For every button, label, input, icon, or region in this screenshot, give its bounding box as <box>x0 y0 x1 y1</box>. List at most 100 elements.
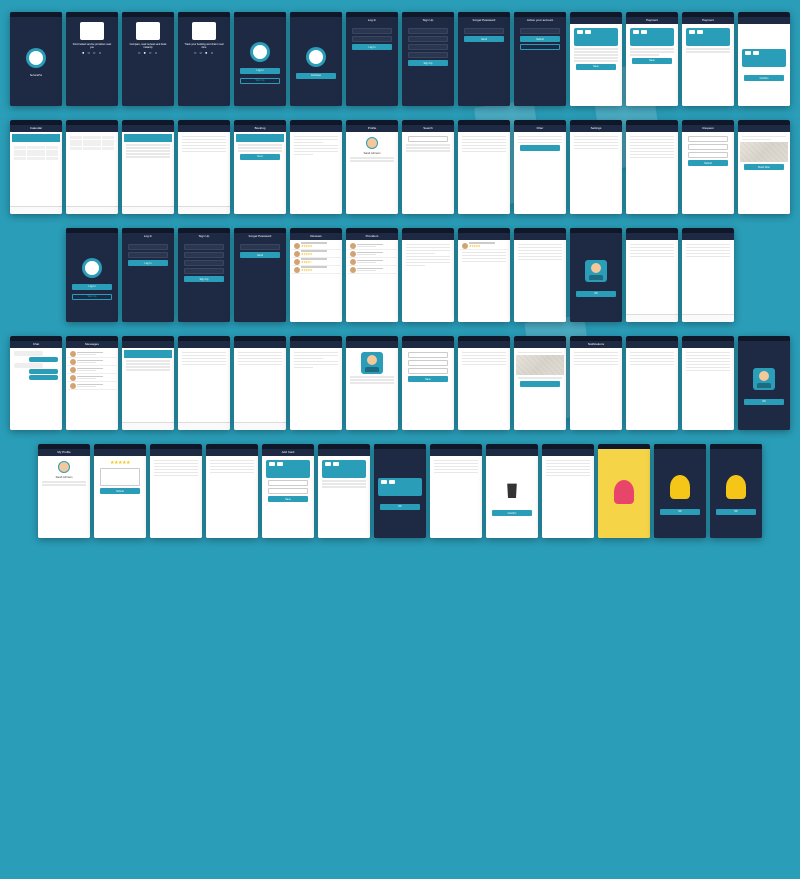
apply-button[interactable] <box>520 145 560 151</box>
review-item[interactable]: ★★★★★ <box>292 250 340 258</box>
email-input[interactable] <box>352 28 392 34</box>
signup-button[interactable]: Sign Up <box>72 294 112 300</box>
field[interactable] <box>184 260 224 266</box>
screen-worker-profile[interactable] <box>346 336 398 430</box>
screen-card-detail[interactable] <box>318 444 370 538</box>
screen-card-list[interactable]: Payment <box>682 12 734 106</box>
screen-search[interactable]: Search <box>402 120 454 214</box>
screen-earnings[interactable] <box>626 336 678 430</box>
continue-button[interactable]: Continue <box>296 73 336 79</box>
signup-button[interactable]: Sign Up <box>408 60 448 66</box>
screen-profile-view[interactable]: ProfileSarah Johnson <box>346 120 398 214</box>
tab-bar[interactable] <box>626 314 678 322</box>
screen-contacts[interactable]: Messages <box>66 336 118 430</box>
login-button[interactable]: Log In <box>128 260 168 266</box>
screen-help[interactable] <box>682 228 734 322</box>
screen-notifications[interactable]: Notifications <box>570 336 622 430</box>
review-item[interactable]: ★★★★★ <box>292 242 340 250</box>
screen-job-detail-map[interactable]: Book Now <box>738 120 790 214</box>
login-button[interactable]: Log In <box>352 44 392 50</box>
screen-summary[interactable] <box>542 444 594 538</box>
save-button[interactable]: Save <box>632 58 672 64</box>
signup-button[interactable]: Sign Up <box>240 78 280 84</box>
screen-options[interactable] <box>430 444 482 538</box>
screen-splash[interactable]: ServicePro <box>10 12 62 106</box>
ok-button[interactable]: OK <box>716 509 756 515</box>
screen-badge-gold[interactable] <box>598 444 650 538</box>
screen-badge-dark-1[interactable]: OK <box>654 444 706 538</box>
screen-welcome-worker[interactable]: OK <box>570 228 622 322</box>
screen-review-write[interactable]: ★★★★★Submit <box>94 444 146 538</box>
screen-categories[interactable] <box>458 120 510 214</box>
contact-item[interactable] <box>68 374 116 382</box>
field[interactable] <box>408 352 448 358</box>
screen-description[interactable] <box>514 228 566 322</box>
provider-item[interactable] <box>348 258 396 266</box>
review-item[interactable]: ★★★★★ <box>292 266 340 274</box>
next-button[interactable]: Next <box>240 154 280 160</box>
password-input[interactable] <box>408 44 448 50</box>
map-view[interactable] <box>516 355 564 375</box>
email-input[interactable] <box>408 36 448 42</box>
map-view[interactable] <box>740 142 788 162</box>
accept-button[interactable] <box>520 381 560 387</box>
screen-price-list[interactable] <box>458 336 510 430</box>
search-input[interactable] <box>408 136 448 142</box>
tab-bar[interactable] <box>122 206 174 214</box>
screen-preferences[interactable] <box>206 444 258 538</box>
review-item[interactable]: ★★★★☆ <box>292 258 340 266</box>
screen-job-map[interactable] <box>514 336 566 430</box>
screen-request-detail[interactable] <box>290 120 342 214</box>
screen-start-alt[interactable]: Continue <box>290 12 342 106</box>
screen-about[interactable] <box>402 228 454 322</box>
confirm-button[interactable]: Confirm <box>492 510 532 516</box>
field[interactable] <box>408 368 448 374</box>
screen-article[interactable] <box>682 336 734 430</box>
field[interactable] <box>688 152 728 158</box>
screen-calendar-2[interactable] <box>66 120 118 214</box>
screen-chat[interactable]: Chat <box>10 336 62 430</box>
screen-account[interactable] <box>150 444 202 538</box>
screen-address-form[interactable]: Save <box>570 12 622 106</box>
ok-button[interactable]: OK <box>380 504 420 510</box>
tab-bar[interactable] <box>10 206 62 214</box>
review-textarea[interactable] <box>100 468 140 486</box>
submit-button[interactable]: Submit <box>100 488 140 494</box>
card-number-input[interactable] <box>268 480 308 486</box>
signup-button[interactable]: Sign Up <box>184 276 224 282</box>
tab-bar[interactable] <box>178 206 230 214</box>
contact-item[interactable] <box>68 350 116 358</box>
ok-button[interactable]: OK <box>576 291 616 297</box>
field[interactable] <box>408 360 448 366</box>
save-button[interactable]: Save <box>268 496 308 502</box>
field[interactable] <box>184 268 224 274</box>
screen-filter[interactable]: Filter <box>514 120 566 214</box>
resend-button[interactable] <box>520 44 560 50</box>
name-input[interactable] <box>408 28 448 34</box>
confirm-button[interactable]: Confirm <box>744 75 784 81</box>
expiry-input[interactable] <box>268 488 308 494</box>
email-input[interactable] <box>128 244 168 250</box>
submit-button[interactable]: Submit <box>688 160 728 166</box>
screen-login[interactable]: Log In Log In <box>346 12 398 106</box>
contact-item[interactable] <box>68 366 116 374</box>
provider-item[interactable] <box>348 266 396 274</box>
tab-bar[interactable] <box>122 422 174 430</box>
screen-job-card[interactable] <box>122 336 174 430</box>
screen-time-slots[interactable] <box>122 120 174 214</box>
password-input[interactable] <box>128 252 168 258</box>
save-button[interactable]: Save <box>408 376 448 382</box>
email-input[interactable] <box>464 28 504 34</box>
field[interactable] <box>184 252 224 258</box>
tab-bar[interactable] <box>234 422 286 430</box>
screen-schedule[interactable] <box>178 120 230 214</box>
screen-card-dark[interactable]: OK <box>374 444 426 538</box>
login-button[interactable]: Log In <box>72 284 112 290</box>
calendar-grid[interactable] <box>68 134 116 152</box>
screen-edit-profile[interactable]: Save <box>402 336 454 430</box>
screen-card-confirm[interactable]: Confirm <box>738 12 790 106</box>
tab-bar[interactable] <box>66 206 118 214</box>
screen-start[interactable]: Log In Sign Up <box>234 12 286 106</box>
screen-calendar-1[interactable]: Calendar <box>10 120 62 214</box>
password-input[interactable] <box>352 36 392 42</box>
